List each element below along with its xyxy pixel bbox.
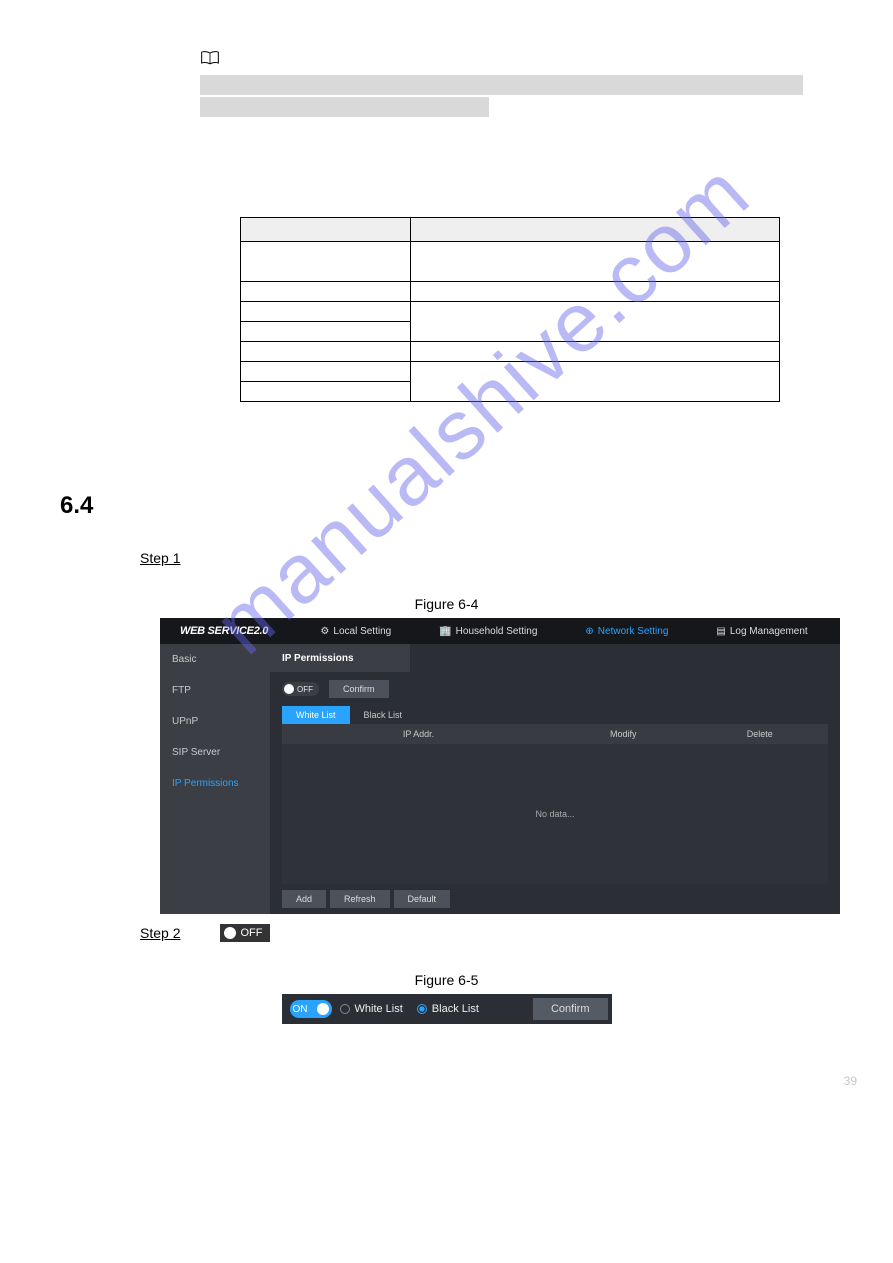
sidebar-item-ftp[interactable]: FTP	[160, 675, 270, 706]
radio-label: White List	[355, 1003, 403, 1015]
table-cell	[241, 362, 411, 382]
toggle-knob	[284, 684, 294, 694]
page-number: 39	[844, 1074, 857, 1088]
tab-white-list[interactable]: White List	[282, 706, 350, 724]
step-label: Step 1	[140, 550, 180, 566]
gear-icon: ⚙	[320, 626, 329, 637]
tab-label: Log Management	[730, 626, 808, 637]
table-cell	[411, 242, 780, 282]
sidebar-item-basic[interactable]: Basic	[160, 644, 270, 675]
column-header-modify: Modify	[555, 729, 692, 739]
app-topbar: WEB SERVICE2.0 ⚙ Local Setting 🏢 Househo…	[160, 618, 840, 644]
radio-icon	[417, 1004, 427, 1014]
table-cell	[411, 342, 780, 362]
toggle-label: OFF	[297, 685, 313, 694]
screenshot-toggle-row: ON White List Black List Confirm	[282, 994, 612, 1024]
toggle-label: OFF	[240, 927, 262, 939]
table-cell	[241, 302, 411, 322]
tab-household-setting[interactable]: 🏢 Household Setting	[435, 620, 541, 643]
figure-caption: Figure 6-4	[60, 596, 833, 612]
section-heading: 6.4	[60, 492, 833, 520]
tab-log-management[interactable]: ▤ Log Management	[712, 620, 811, 643]
table-empty-state: No data...	[282, 744, 828, 884]
figure-caption: Figure 6-5	[60, 972, 833, 988]
default-button[interactable]: Default	[394, 890, 451, 908]
toggle-off[interactable]: OFF	[282, 682, 319, 696]
toggle-on[interactable]: ON	[290, 1000, 332, 1018]
tab-label: Household Setting	[456, 626, 538, 637]
table-cell	[241, 342, 411, 362]
panel-title: IP Permissions	[270, 644, 410, 672]
table-header-param	[241, 218, 411, 242]
radio-label: Black List	[432, 1003, 479, 1015]
confirm-button[interactable]: Confirm	[329, 680, 389, 698]
table-cell	[411, 302, 780, 342]
column-header-ip: IP Addr.	[282, 729, 555, 739]
tab-label: Local Setting	[333, 626, 391, 637]
table-cell	[241, 382, 411, 402]
radio-white-list[interactable]: White List	[340, 1003, 403, 1015]
toggle-knob	[224, 927, 236, 939]
table-cell	[241, 322, 411, 342]
sidebar: Basic FTP UPnP SIP Server IP Permissions	[160, 644, 270, 914]
table-cell	[241, 282, 411, 302]
sidebar-item-sip-server[interactable]: SIP Server	[160, 737, 270, 768]
table-cell	[411, 362, 780, 402]
confirm-button[interactable]: Confirm	[533, 998, 608, 1020]
redacted-line	[200, 75, 803, 95]
table-cell	[411, 282, 780, 302]
tab-local-setting[interactable]: ⚙ Local Setting	[316, 620, 395, 643]
add-button[interactable]: Add	[282, 890, 326, 908]
sidebar-item-upnp[interactable]: UPnP	[160, 706, 270, 737]
tab-network-setting[interactable]: ⊕ Network Setting	[581, 620, 672, 643]
parameter-table	[240, 217, 780, 402]
globe-icon: ⊕	[585, 626, 593, 637]
table-cell	[241, 242, 411, 282]
tab-label: Network Setting	[598, 626, 669, 637]
radio-icon	[340, 1004, 350, 1014]
book-icon	[200, 50, 220, 66]
app-logo: WEB SERVICE2.0	[160, 625, 288, 637]
refresh-button[interactable]: Refresh	[330, 890, 390, 908]
sidebar-item-ip-permissions[interactable]: IP Permissions	[160, 768, 270, 799]
table-header-desc	[411, 218, 780, 242]
tab-black-list[interactable]: Black List	[350, 706, 417, 724]
toggle-label: ON	[293, 1004, 308, 1015]
step-label: Step 2	[140, 925, 180, 941]
redacted-line	[200, 97, 489, 117]
log-icon: ▤	[716, 626, 725, 637]
section-number: 6.4	[60, 492, 93, 519]
toggle-knob	[317, 1003, 329, 1015]
building-icon: 🏢	[439, 626, 451, 637]
radio-black-list[interactable]: Black List	[417, 1003, 479, 1015]
inline-off-chip: OFF	[220, 924, 270, 942]
column-header-delete: Delete	[692, 729, 829, 739]
screenshot-ip-permissions: WEB SERVICE2.0 ⚙ Local Setting 🏢 Househo…	[160, 618, 840, 914]
